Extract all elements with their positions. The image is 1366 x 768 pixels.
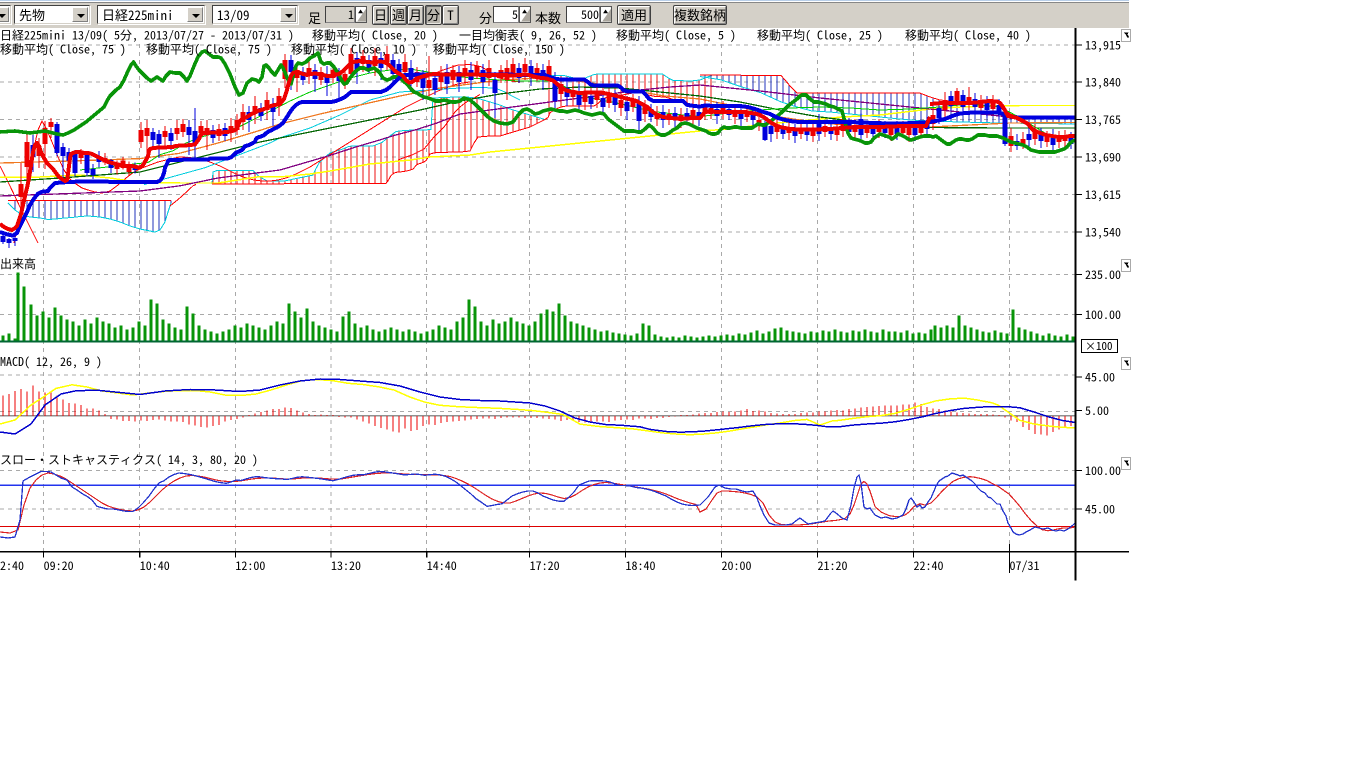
svg-text:MACD( 12, 26, 9 ): MACD( 12, 26, 9 ) <box>0 353 102 370</box>
svg-text:移動平均( Close, 10 ): 移動平均( Close, 10 ) <box>291 41 417 58</box>
svg-text:移動平均( Close, 25 ): 移動平均( Close, 25 ) <box>757 27 883 44</box>
svg-text:18:40: 18:40 <box>626 557 656 574</box>
svg-text:22:40: 22:40 <box>914 557 944 574</box>
svg-text:17:20: 17:20 <box>530 557 560 574</box>
svg-text:20:00: 20:00 <box>722 557 752 574</box>
svg-text:移動平均( Close, 75 ): 移動平均( Close, 75 ) <box>0 41 126 58</box>
svg-text:13,765: 13,765 <box>1085 111 1121 128</box>
svg-text:スロー・ストキャスティクス( 14, 3, 80, 20 ): スロー・ストキャスティクス( 14, 3, 80, 20 ) <box>0 451 258 468</box>
svg-text:235.00: 235.00 <box>1085 266 1121 283</box>
svg-text:13,690: 13,690 <box>1085 149 1121 166</box>
svg-text:移動平均( Close, 150 ): 移動平均( Close, 150 ) <box>433 41 565 58</box>
svg-text:12:00: 12:00 <box>235 557 265 574</box>
svg-text:07/31: 07/31 <box>1010 557 1040 574</box>
svg-text:45.00: 45.00 <box>1085 501 1115 518</box>
svg-text:5.00: 5.00 <box>1085 402 1109 419</box>
svg-text:×: × <box>1085 338 1096 354</box>
svg-text:10:40: 10:40 <box>140 557 170 574</box>
svg-text:100.00: 100.00 <box>1085 462 1121 479</box>
svg-text:100: 100 <box>1096 338 1113 354</box>
svg-text:移動平均( Close, 75 ): 移動平均( Close, 75 ) <box>146 41 272 58</box>
svg-text:13,915: 13,915 <box>1085 37 1121 54</box>
svg-text:出来高: 出来高 <box>0 255 36 272</box>
svg-text:13,615: 13,615 <box>1085 186 1121 203</box>
svg-text:13,540: 13,540 <box>1085 224 1121 241</box>
svg-text:13,840: 13,840 <box>1085 74 1121 91</box>
svg-text:13:20: 13:20 <box>331 557 361 574</box>
svg-text:移動平均( Close, 5 ): 移動平均( Close, 5 ) <box>616 27 736 44</box>
svg-text:09:20: 09:20 <box>44 557 74 574</box>
svg-text:14:40: 14:40 <box>427 557 457 574</box>
svg-text:2:40: 2:40 <box>0 557 24 574</box>
svg-text:移動平均( Close, 40 ): 移動平均( Close, 40 ) <box>905 27 1031 44</box>
svg-text:45.00: 45.00 <box>1085 369 1115 386</box>
svg-text:21:20: 21:20 <box>818 557 848 574</box>
svg-text:100.00: 100.00 <box>1085 306 1121 323</box>
